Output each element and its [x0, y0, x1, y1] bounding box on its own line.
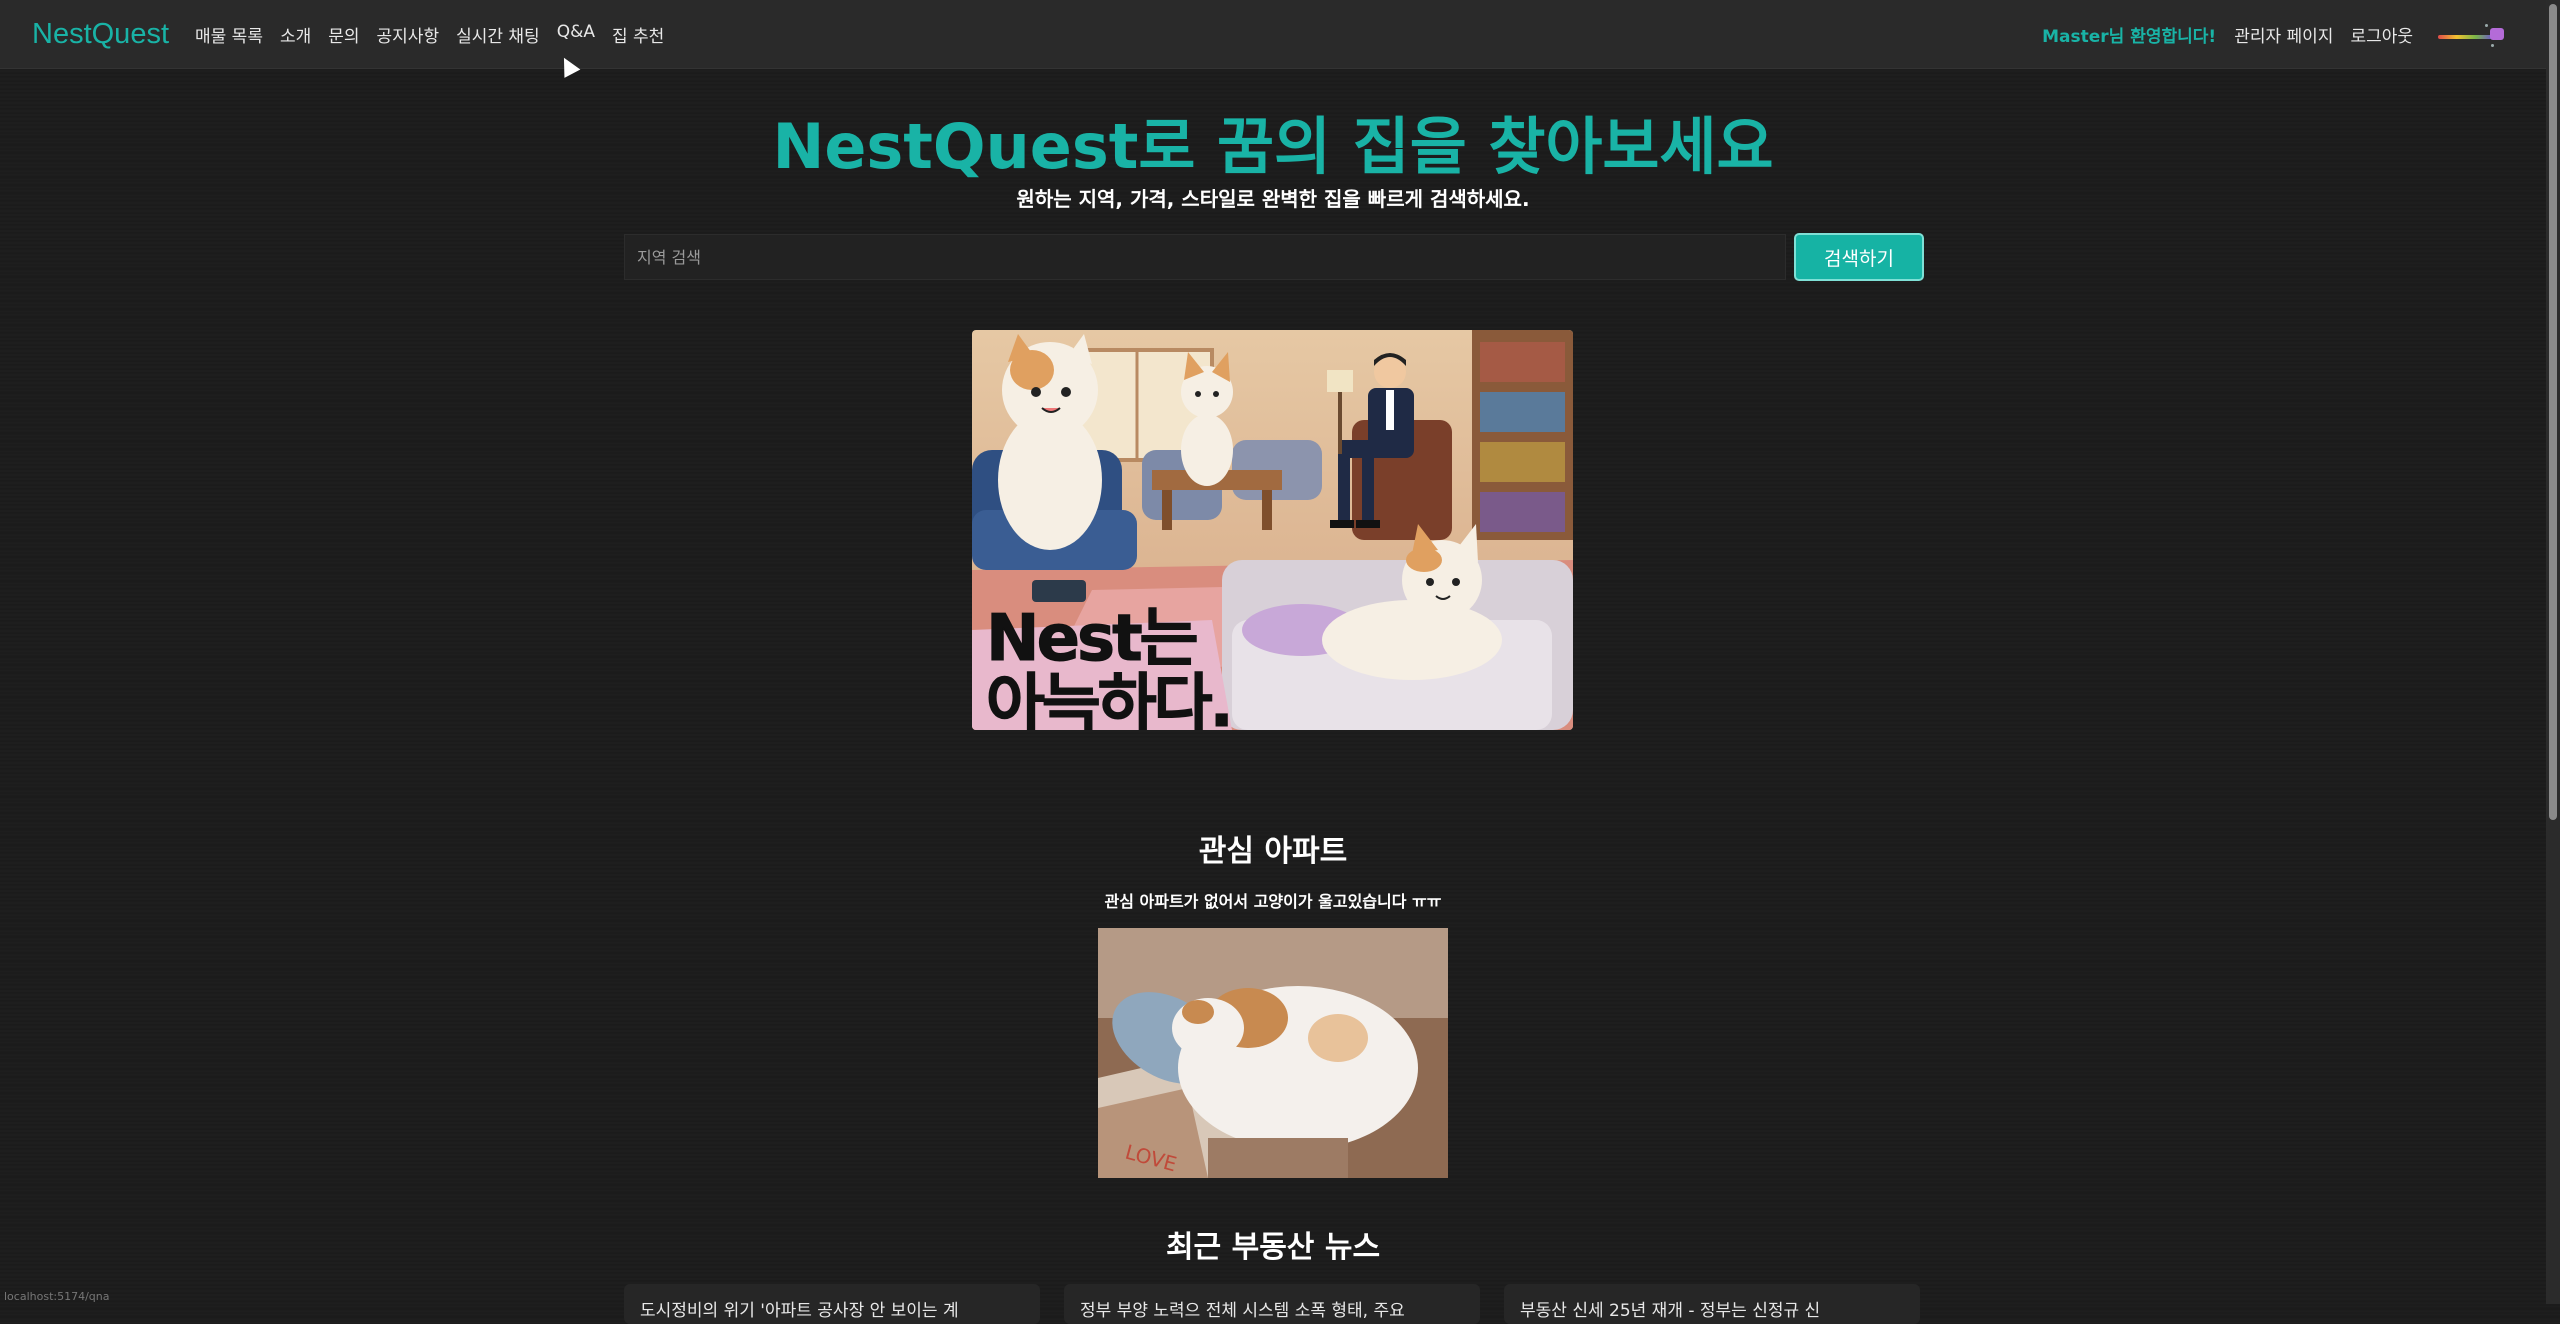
hero-subtitle: 원하는 지역, 가격, 스타일로 완벽한 집을 빠르게 검색하세요.: [1016, 187, 1530, 211]
nav-link-recommend[interactable]: 집 추천: [612, 22, 664, 47]
news-card[interactable]: 도시정비의 위기 '아파트 공사장 안 보이는 계: [624, 1284, 1040, 1324]
nav-right: Master님 환영합니다! 관리자 페이지 로그아웃: [2042, 0, 2546, 68]
news-card[interactable]: 정부 부양 노력으 전체 시스템 소폭 형태, 주요: [1064, 1284, 1480, 1324]
nav-link-contact[interactable]: 문의: [328, 22, 359, 47]
brand-logo[interactable]: NestQuest: [32, 18, 169, 51]
hero-banner-image: Nest는 아늑하다.: [972, 330, 1573, 730]
nav-link-about[interactable]: 소개: [280, 22, 311, 47]
scrollbar-thumb[interactable]: [2549, 4, 2557, 820]
welcome-message: Master님 환영합니다!: [2042, 26, 2217, 47]
search-button[interactable]: 검색하기: [1794, 233, 1924, 281]
banner-slogan: Nest는 아늑하다.: [986, 602, 1235, 731]
interest-empty-message: 관심 아파트가 없어서 고양이가 울고있습니다 ㅠㅠ: [1104, 892, 1442, 911]
crying-cat-image: LOVE: [1098, 928, 1448, 1178]
logout-link[interactable]: 로그아웃: [2350, 22, 2413, 47]
interest-section-title: 관심 아파트: [1198, 834, 1348, 869]
nav-link-listings[interactable]: 매물 목록: [195, 22, 263, 47]
search-bar: 검색하기: [624, 233, 1924, 281]
nav-link-notices[interactable]: 공지사항: [377, 22, 440, 47]
region-search-input[interactable]: [624, 234, 1786, 280]
nyan-cat-icon[interactable]: [2438, 22, 2508, 47]
nav-links: 매물 목록 소개 문의 공지사항 실시간 채팅 Q&A 집 추천: [195, 22, 681, 47]
news-section-title: 최근 부동산 뉴스: [1165, 1230, 1381, 1265]
nav-link-qna[interactable]: Q&A: [557, 22, 595, 47]
page-scrollbar[interactable]: [2546, 0, 2560, 1304]
status-bar-url: localhost:5174/qna: [4, 1290, 110, 1303]
news-card[interactable]: 부동산 신세 25년 재개 - 정부는 신정규 신: [1504, 1284, 1920, 1324]
admin-page-link[interactable]: 관리자 페이지: [2234, 22, 2333, 47]
nav-link-live-chat[interactable]: 실시간 채팅: [456, 22, 540, 47]
hero-title: NestQuest로 꿈의 집을 찾아보세요: [772, 110, 1774, 183]
navbar: NestQuest 매물 목록 소개 문의 공지사항 실시간 채팅 Q&A 집 …: [0, 0, 2546, 69]
